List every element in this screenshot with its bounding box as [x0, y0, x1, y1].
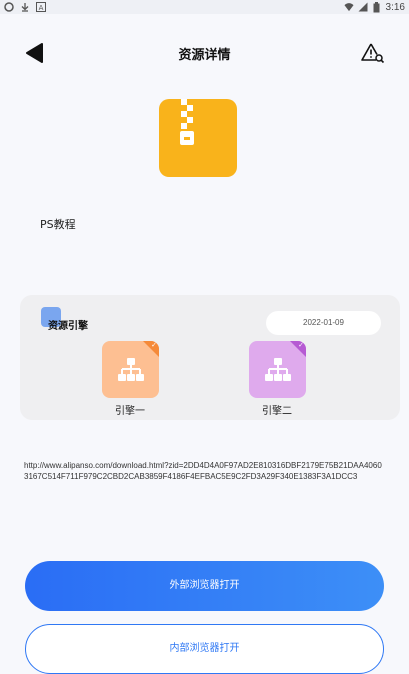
network-icon: [118, 358, 144, 381]
download-icon: [20, 2, 30, 12]
engine-title: 资源引擎: [48, 321, 88, 332]
check-icon: ✓: [298, 341, 304, 349]
external-browser-button[interactable]: 外部浏览器打开: [25, 561, 384, 611]
status-bar-left: A: [4, 0, 46, 14]
battery-icon: [372, 1, 382, 12]
svg-text:A: A: [39, 4, 44, 12]
engine-2-tile[interactable]: ✓: [249, 341, 306, 398]
signal-icon: [358, 2, 368, 12]
warning-search-icon: [361, 43, 385, 64]
engine-2-label: 引擎二: [262, 406, 292, 417]
status-bar: A 3:16: [0, 0, 409, 14]
report-button[interactable]: [360, 41, 386, 67]
engine-1-label: 引擎一: [115, 406, 145, 417]
engine-1-tile[interactable]: ✓: [102, 341, 159, 398]
resource-name: PS教程: [40, 218, 76, 231]
text-a-icon: A: [36, 2, 46, 12]
zip-teeth: [187, 105, 193, 111]
page-title: 资源详情: [178, 48, 231, 63]
status-time: 3:16: [385, 1, 405, 13]
network-icon: [265, 358, 291, 381]
status-bar-right: 3:16: [343, 0, 405, 14]
internal-browser-button[interactable]: 内部浏览器打开: [25, 624, 384, 674]
zip-teeth: [187, 117, 193, 123]
app-circle-icon: [4, 2, 14, 12]
wifi-icon: [343, 2, 354, 12]
zip-archive-icon: [159, 99, 237, 177]
zip-teeth: [181, 123, 187, 129]
resource-url: http://www.alipanso.com/download.html?zi…: [24, 461, 382, 481]
check-icon: ✓: [151, 341, 157, 349]
zip-pull: [180, 131, 194, 145]
resource-date: 2022-01-09: [266, 311, 381, 335]
